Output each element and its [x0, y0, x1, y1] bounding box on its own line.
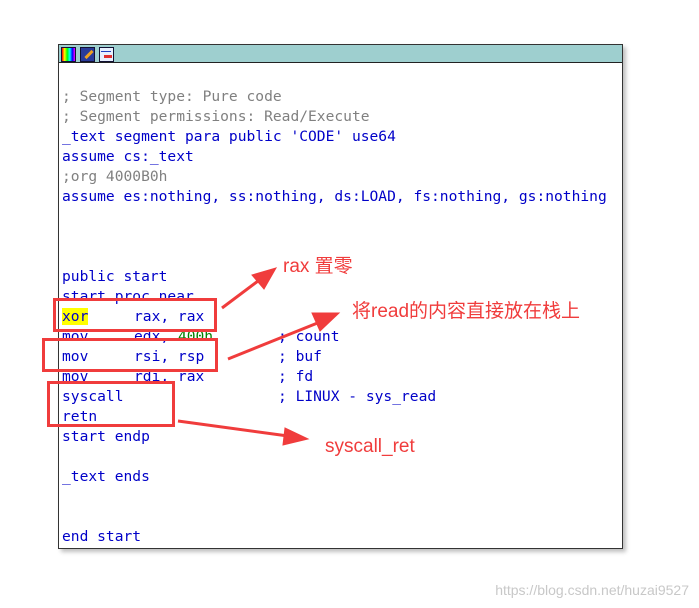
highlight-box-syscall	[47, 381, 175, 427]
code-line: ;org 4000B0h	[62, 168, 168, 185]
highlight-box-xor	[53, 298, 217, 332]
code-line: assume cs:_text	[62, 148, 194, 165]
code-line: ; Segment type: Pure code	[62, 88, 282, 105]
palette-icon[interactable]	[61, 47, 76, 62]
comment: ; LINUX - sys_read	[278, 388, 437, 405]
comment: ; fd	[278, 368, 314, 385]
comment: ; count	[278, 328, 340, 345]
window-toolbar	[59, 45, 622, 63]
comment: ; buf	[278, 348, 322, 365]
code-line: _text ends	[62, 468, 150, 485]
code-line: _text segment para public 'CODE' use64	[62, 128, 396, 145]
highlight-box-mov-rsi	[42, 338, 218, 372]
annotation-read-to-stack: 将read的内容直接放在栈上	[352, 301, 581, 322]
edit-pencil-icon[interactable]	[80, 47, 95, 62]
code-line: ; Segment permissions: Read/Execute	[62, 108, 370, 125]
graph-view-icon[interactable]	[99, 47, 114, 62]
annotation-syscall-ret: syscall_ret	[325, 436, 415, 457]
annotation-rax-zero: rax 置零	[283, 256, 353, 277]
watermark: https://blog.csdn.net/huzai9527	[495, 582, 689, 598]
code-line: assume es:nothing, ss:nothing, ds:LOAD, …	[62, 188, 607, 205]
code-line: end start	[62, 528, 142, 545]
